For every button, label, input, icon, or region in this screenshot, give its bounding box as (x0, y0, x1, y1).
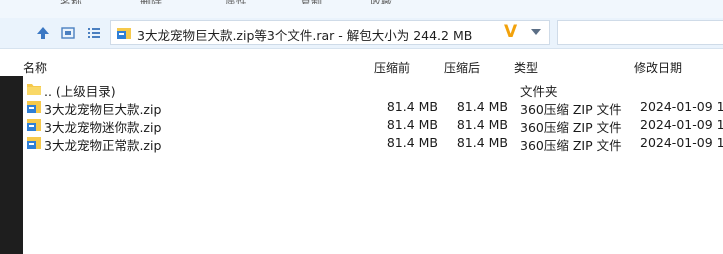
toolbar-fragment[interactable]: 复制 (300, 0, 322, 4)
file-size: 81.4 MB (456, 117, 508, 132)
column-header-compressed[interactable]: 压缩前 (374, 59, 410, 76)
file-name: 3大龙宠物正常款.zip (44, 138, 162, 153)
column-header-modified[interactable]: 修改日期 (634, 59, 682, 76)
toolbar-strip: 名称 删除 属性 复制 收藏 (0, 0, 723, 18)
brand-logo-icon[interactable]: V (504, 22, 517, 42)
file-compressed: 81.4 MB (386, 135, 438, 150)
file-size: 81.4 MB (456, 99, 508, 114)
list-item[interactable]: 3大龙宠物正常款.zip 81.4 MB 81.4 MB 360压缩 ZIP 文… (23, 134, 723, 153)
toolbar-fragment[interactable]: 删除 (140, 0, 162, 4)
folder-icon (26, 81, 42, 97)
column-header-size[interactable]: 压缩后 (444, 59, 480, 76)
toolbar-fragment[interactable]: 名称 (60, 0, 82, 4)
column-header-type[interactable]: 类型 (514, 59, 538, 76)
file-type: 360压缩 ZIP 文件 (520, 138, 622, 153)
column-header-name[interactable]: 名称 (23, 59, 47, 76)
archive-path: 3大龙宠物巨大款.zip等3个文件.rar - 解包大小为 244.2 MB (137, 28, 473, 43)
file-modified: 2024-01-09 18 (640, 135, 723, 150)
thumbnail-view-icon[interactable] (59, 24, 77, 42)
chevron-down-icon[interactable] (531, 29, 541, 35)
address-bar: 3大龙宠物巨大款.zip等3个文件.rar - 解包大小为 244.2 MB V (0, 18, 723, 49)
file-modified: 2024-01-09 18 (640, 99, 723, 114)
file-list-header: 名称 压缩前 压缩后 类型 修改日期 (23, 58, 723, 76)
left-pane (0, 76, 23, 254)
file-compressed: 81.4 MB (386, 117, 438, 132)
path-bar[interactable]: 3大龙宠物巨大款.zip等3个文件.rar - 解包大小为 244.2 MB V (110, 20, 550, 45)
list-item[interactable]: .. (上级目录) 文件夹 (23, 80, 723, 99)
zip-archive-icon (26, 99, 42, 115)
list-item[interactable]: 3大龙宠物迷你款.zip 81.4 MB 81.4 MB 360压缩 ZIP 文… (23, 116, 723, 135)
zip-archive-icon (26, 135, 42, 151)
list-view-icon[interactable] (85, 24, 103, 42)
up-arrow-icon[interactable] (34, 24, 52, 42)
toolbar-fragment[interactable]: 属性 (225, 0, 247, 4)
file-modified: 2024-01-09 18 (640, 117, 723, 132)
list-item[interactable]: 3大龙宠物巨大款.zip 81.4 MB 81.4 MB 360压缩 ZIP 文… (23, 98, 723, 117)
file-size: 81.4 MB (456, 135, 508, 150)
toolbar-fragment[interactable]: 收藏 (370, 0, 392, 4)
archive-icon (116, 25, 132, 41)
zip-archive-icon (26, 117, 42, 133)
search-input[interactable] (557, 20, 723, 45)
file-compressed: 81.4 MB (386, 99, 438, 114)
